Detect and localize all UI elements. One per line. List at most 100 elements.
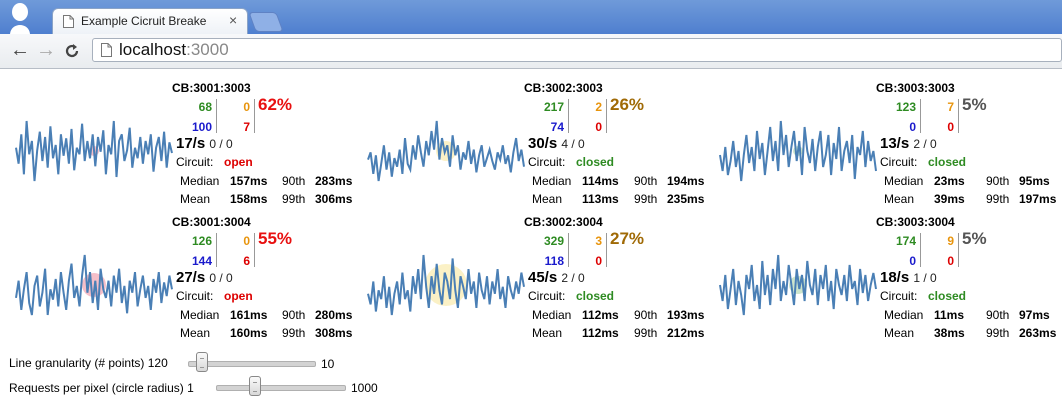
success-count: 68 — [198, 100, 212, 114]
timeout-count: 144 — [191, 254, 212, 268]
pixel-slider-handle[interactable] — [249, 376, 262, 396]
p99-value: 308ms — [315, 326, 353, 340]
tab-title: Example Cicruit Breake — [81, 14, 207, 28]
circuit-name: CB:3002:3003 — [524, 81, 603, 95]
mean-label: Mean — [884, 192, 915, 206]
p99-label: 99th — [986, 326, 1010, 340]
circuit-label: Circuit: — [176, 155, 214, 169]
granularity-max: 10 — [321, 357, 335, 371]
browser-titlebar: Example Cicruit Breake × — [0, 0, 1062, 34]
success-count: 329 — [543, 234, 564, 248]
circuit-name: CB:3003:3004 — [876, 215, 955, 229]
p90-label: 90th — [282, 174, 306, 188]
granularity-slider-handle[interactable] — [195, 352, 208, 372]
success-count: 217 — [543, 100, 564, 114]
median-label: Median — [884, 174, 924, 188]
mean-value: 112ms — [582, 326, 619, 340]
success-count: 126 — [191, 234, 212, 248]
circuit-panel: CB:3001:3004 126 0 144 6 55% 27/s 0 / 0 … — [0, 215, 352, 349]
back-button[interactable]: ← — [10, 39, 30, 61]
p90-label: 90th — [282, 308, 306, 322]
median-value: 112ms — [582, 308, 619, 322]
p99-label: 99th — [986, 192, 1010, 206]
mean-value: 160ms — [230, 326, 268, 340]
sparkline-line — [719, 120, 877, 182]
p99-label: 99th — [282, 326, 306, 340]
error-percentage: 26% — [610, 95, 645, 114]
circuit-name: CB:3001:3003 — [172, 81, 251, 95]
sparkline-line — [15, 254, 173, 316]
divider — [920, 99, 921, 133]
mean-value: 113ms — [582, 192, 619, 206]
user-avatar-icon[interactable] — [7, 2, 33, 34]
success-count: 174 — [895, 234, 916, 248]
mean-label: Mean — [884, 326, 915, 340]
mean-label: Mean — [180, 192, 211, 206]
median-label: Median — [884, 308, 924, 322]
timeout-count: 0 — [909, 120, 916, 134]
forward-button[interactable]: → — [36, 39, 56, 61]
circuit-label: Circuit: — [528, 289, 566, 303]
sparkline-chart — [719, 254, 877, 316]
address-bar[interactable]: localhost:3000 — [92, 38, 1062, 62]
timeout-count: 118 — [544, 254, 564, 268]
p90-value: 193ms — [667, 308, 705, 322]
error-percentage: 5% — [962, 95, 987, 114]
reload-icon[interactable] — [64, 43, 80, 59]
divider — [254, 99, 255, 133]
circuit-name: CB:3002:3004 — [524, 215, 603, 229]
sparkline-chart — [15, 120, 173, 182]
circuit-status: closed — [928, 155, 967, 169]
median-label: Median — [532, 174, 572, 188]
circuit-status: open — [224, 155, 253, 169]
divider — [568, 233, 569, 267]
request-rate: 45/s 2 / 0 — [528, 269, 585, 286]
circuit-status: closed — [576, 155, 615, 169]
median-value: 114ms — [582, 174, 619, 188]
p99-label: 99th — [634, 326, 658, 340]
circuit-panel: CB:3003:3003 123 7 0 0 5% 13/s 2 / 0 Cir… — [704, 81, 1056, 215]
sparkline-chart — [367, 120, 525, 182]
request-rate: 17/s 0 / 0 — [176, 135, 233, 152]
success-count: 123 — [895, 100, 916, 114]
sparkline-chart — [15, 254, 173, 316]
sparkline-line — [15, 120, 173, 182]
divider — [216, 99, 217, 133]
p90-value: 95ms — [1019, 174, 1050, 188]
p99-value: 235ms — [667, 192, 705, 206]
page-icon — [63, 15, 74, 28]
mean-value: 38ms — [934, 326, 965, 340]
circuit-panel: CB:3002:3004 329 3 118 0 27% 45/s 2 / 0 … — [352, 215, 704, 349]
browser-tab[interactable]: Example Cicruit Breake × — [52, 8, 248, 34]
mean-label: Mean — [532, 326, 563, 340]
p99-value: 306ms — [315, 192, 353, 206]
circuit-name: CB:3001:3004 — [172, 215, 251, 229]
tab-close-icon[interactable]: × — [229, 12, 237, 28]
p99-value: 263ms — [1019, 326, 1057, 340]
median-value: 23ms — [934, 174, 965, 188]
circuit-status: closed — [928, 289, 967, 303]
p90-label: 90th — [986, 174, 1010, 188]
median-label: Median — [180, 174, 220, 188]
error-percentage: 62% — [258, 95, 293, 114]
pixel-slider-track[interactable] — [216, 385, 346, 391]
request-rate: 13/s 2 / 0 — [880, 135, 937, 152]
divider — [568, 99, 569, 133]
mean-label: Mean — [532, 192, 563, 206]
p90-value: 280ms — [315, 308, 353, 322]
sparkline-chart — [367, 254, 525, 316]
p90-label: 90th — [986, 308, 1010, 322]
sparkline-line — [367, 120, 525, 182]
timeout-count: 0 — [909, 254, 916, 268]
new-tab-button[interactable] — [248, 12, 284, 32]
circuit-panel: CB:3001:3003 68 0 100 7 62% 17/s 0 / 0 C… — [0, 81, 352, 215]
p90-value: 97ms — [1019, 308, 1050, 322]
request-rate: 27/s 0 / 0 — [176, 269, 233, 286]
timeout-count: 100 — [191, 120, 212, 134]
circuit-label: Circuit: — [880, 155, 918, 169]
circuit-panel: CB:3003:3004 174 9 0 0 5% 18/s 1 / 0 Cir… — [704, 215, 1056, 349]
p90-value: 283ms — [315, 174, 353, 188]
error-percentage: 5% — [962, 229, 987, 248]
divider — [958, 233, 959, 267]
divider — [920, 233, 921, 267]
